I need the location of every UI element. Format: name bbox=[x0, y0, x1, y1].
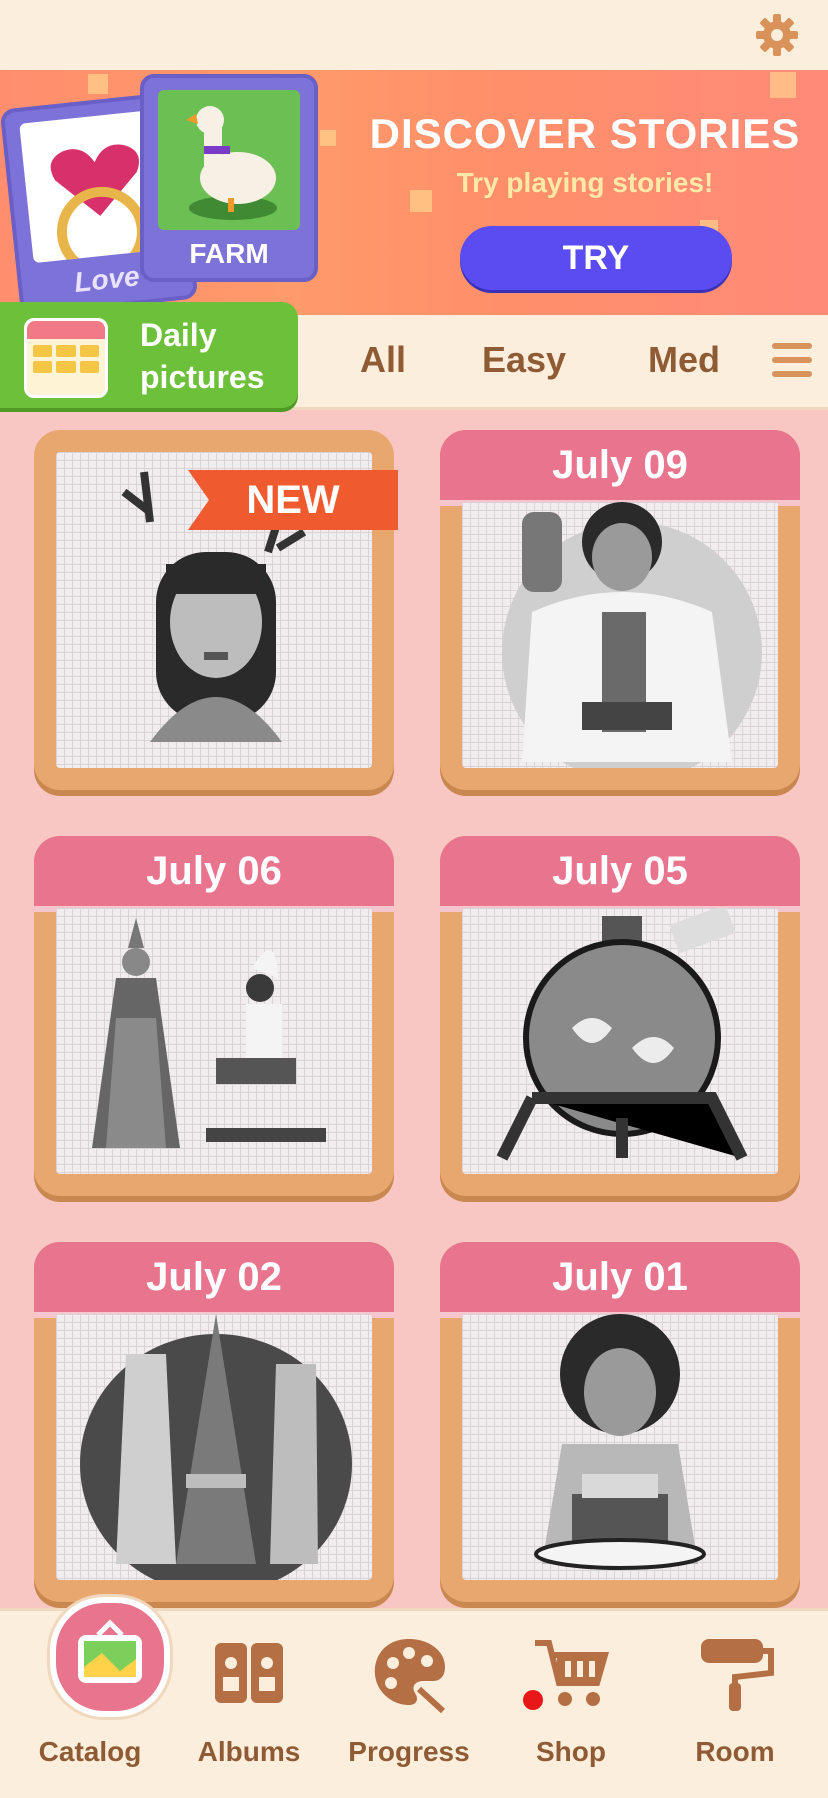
cart-icon bbox=[535, 1640, 609, 1706]
album-icon bbox=[215, 1643, 283, 1703]
top-bar bbox=[0, 0, 828, 70]
picture-tile[interactable]: July 01 bbox=[440, 1242, 800, 1602]
tab-easy[interactable]: Easy bbox=[482, 339, 566, 381]
tile-date: July 01 bbox=[440, 1242, 800, 1318]
daily-pictures-label: Daily pictures bbox=[140, 314, 264, 398]
picture-tile[interactable]: July 06 bbox=[34, 836, 394, 1196]
discover-stories-banner[interactable]: Love FARM DISCOVER STORIES Try playing s… bbox=[0, 70, 828, 315]
nav-shop[interactable]: Shop bbox=[496, 1611, 646, 1798]
try-button[interactable]: TRY bbox=[460, 226, 732, 290]
tab-medium[interactable]: Med bbox=[648, 339, 724, 381]
picture-tile[interactable]: July 05 bbox=[440, 836, 800, 1196]
nav-catalog[interactable]: Catalog bbox=[15, 1597, 170, 1798]
goose-icon bbox=[186, 106, 277, 220]
picture-tile[interactable]: July 09 bbox=[440, 430, 800, 790]
gear-icon[interactable] bbox=[754, 12, 800, 58]
tile-date: July 09 bbox=[440, 430, 800, 506]
nav-label: Room bbox=[695, 1736, 775, 1767]
eiffel-couple-art bbox=[80, 1314, 352, 1580]
woman-with-cake-art bbox=[534, 1314, 706, 1570]
bottom-navigation: Catalog Albums Progress Shop Room bbox=[0, 1597, 828, 1798]
daily-pictures-button[interactable]: Daily pictures bbox=[0, 302, 298, 408]
hamburger-icon[interactable] bbox=[772, 343, 812, 377]
nav-albums[interactable]: Albums bbox=[174, 1611, 324, 1798]
nav-label: Albums bbox=[197, 1736, 301, 1767]
nav-room[interactable]: Room bbox=[660, 1611, 810, 1798]
daily-label-line1: Daily bbox=[140, 317, 217, 353]
story-card-caption: FARM bbox=[189, 238, 269, 269]
story-card-farm: FARM bbox=[140, 74, 318, 282]
banner-title: DISCOVER STORIES bbox=[369, 110, 801, 157]
banner-subtitle: Try playing stories! bbox=[456, 167, 714, 198]
tile-date: July 05 bbox=[440, 836, 800, 912]
palette-icon bbox=[374, 1639, 446, 1713]
notification-dot bbox=[523, 1690, 543, 1710]
nav-progress[interactable]: Progress bbox=[334, 1611, 484, 1798]
proposal-art bbox=[92, 918, 326, 1148]
tile-date: July 02 bbox=[34, 1242, 394, 1318]
daily-label-line2: pictures bbox=[140, 359, 265, 395]
tile-date: July 06 bbox=[34, 836, 394, 912]
new-badge: NEW bbox=[188, 470, 398, 530]
potion-flask-art bbox=[496, 908, 748, 1161]
picture-tile[interactable]: July 02 bbox=[34, 1242, 394, 1602]
calendar-icon bbox=[24, 318, 108, 398]
man-in-robe-art bbox=[502, 502, 762, 768]
nav-label: Progress bbox=[348, 1736, 470, 1767]
picture-frame-icon bbox=[50, 1597, 170, 1717]
paint-roller-icon bbox=[701, 1639, 774, 1711]
nav-label: Catalog bbox=[38, 1736, 142, 1767]
nav-label: Shop bbox=[536, 1736, 606, 1767]
tab-all[interactable]: All bbox=[360, 339, 406, 381]
